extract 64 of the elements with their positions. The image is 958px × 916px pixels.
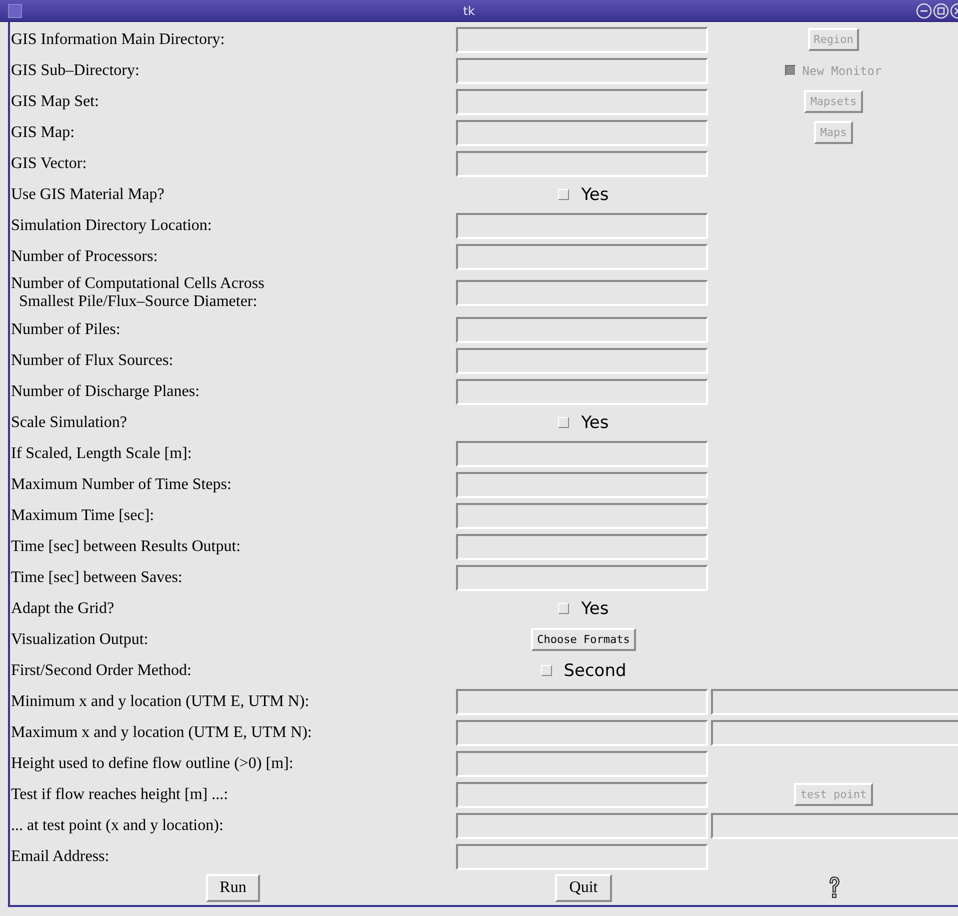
field-label: Test if flow reaches height [m] ...: — [10, 786, 230, 804]
input-field[interactable] — [456, 58, 708, 84]
input-field[interactable] — [456, 564, 708, 590]
maximize-icon[interactable] — [933, 2, 949, 18]
input-field[interactable] — [456, 316, 708, 342]
input-field[interactable] — [456, 212, 708, 238]
field-label: Simulation Directory Location: — [10, 216, 213, 234]
field-label: GIS Map: — [10, 124, 76, 142]
field-label: Number of Flux Sources: — [10, 352, 174, 370]
field-label: Time [sec] between Results Output: — [10, 538, 242, 556]
button[interactable]: Run — [206, 874, 260, 902]
field-label: Visualization Output: — [10, 630, 150, 648]
window-menu-icon[interactable] — [8, 4, 22, 18]
field-label: GIS Vector: — [10, 154, 88, 172]
input-field[interactable] — [456, 720, 708, 746]
input-field[interactable] — [456, 440, 708, 466]
input-field[interactable] — [456, 844, 708, 870]
input-field[interactable] — [456, 120, 708, 146]
field-label: Maximum Number of Time Steps: — [10, 476, 232, 494]
button[interactable]: Quit — [555, 874, 612, 902]
input-field[interactable] — [456, 502, 708, 528]
input-field[interactable] — [711, 720, 958, 746]
input-field[interactable] — [456, 472, 708, 498]
input-field[interactable] — [456, 812, 708, 838]
input-field[interactable] — [456, 782, 708, 808]
checkbox[interactable]: Yes — [558, 412, 609, 432]
checkbox[interactable]: Yes — [558, 184, 609, 204]
input-field[interactable] — [456, 688, 708, 714]
choose-formats-button[interactable]: Choose Formats — [531, 628, 636, 651]
window-title: tk — [462, 4, 476, 18]
help-icon[interactable] — [826, 875, 840, 901]
field-label: GIS Map Set: — [10, 92, 100, 110]
field-label: GIS Sub–Directory: — [10, 62, 140, 80]
input-field[interactable] — [711, 812, 958, 838]
field-label: Number of Computational Cells Across Smallest Pile/Flux–Source Diameter: — [10, 275, 266, 311]
input-field[interactable] — [456, 378, 708, 404]
input-field[interactable] — [456, 150, 708, 176]
field-label: Use GIS Material Map? — [10, 186, 166, 204]
field-label: Time [sec] between Saves: — [10, 568, 184, 586]
input-field[interactable] — [456, 534, 708, 560]
field-label: GIS Information Main Directory: — [10, 30, 226, 48]
field-label: Number of Discharge Planes: — [10, 382, 201, 400]
field-label: Number of Processors: — [10, 248, 159, 266]
field-label: First/Second Order Method: — [10, 662, 192, 680]
input-field[interactable] — [456, 750, 708, 776]
checkbox[interactable]: Yes — [558, 598, 609, 618]
field-label: Maximum Time [sec]: — [10, 506, 156, 524]
field-label: Maximum x and y location (UTM E, UTM N): — [10, 724, 313, 742]
field-label: Number of Piles: — [10, 320, 122, 338]
field-label: Email Address: — [10, 848, 110, 866]
field-label: ... at test point (x and y location): — [10, 816, 224, 834]
field-label: Minimum x and y location (UTM E, UTM N): — [10, 692, 310, 710]
input-field[interactable] — [456, 348, 708, 374]
input-field[interactable] — [456, 244, 708, 270]
input-field[interactable] — [711, 688, 958, 714]
field-label: Adapt the Grid? — [10, 600, 116, 618]
input-field[interactable] — [456, 88, 708, 114]
field-label: Scale Simulation? — [10, 414, 128, 432]
checkbox[interactable]: Second — [540, 660, 626, 680]
input-field[interactable] — [456, 26, 708, 52]
input-field[interactable] — [456, 280, 708, 306]
field-label: Height used to define flow outline (>0) [m]: — [10, 754, 294, 772]
minimize-icon[interactable] — [916, 2, 932, 18]
field-label: If Scaled, Length Scale [m]: — [10, 444, 193, 462]
